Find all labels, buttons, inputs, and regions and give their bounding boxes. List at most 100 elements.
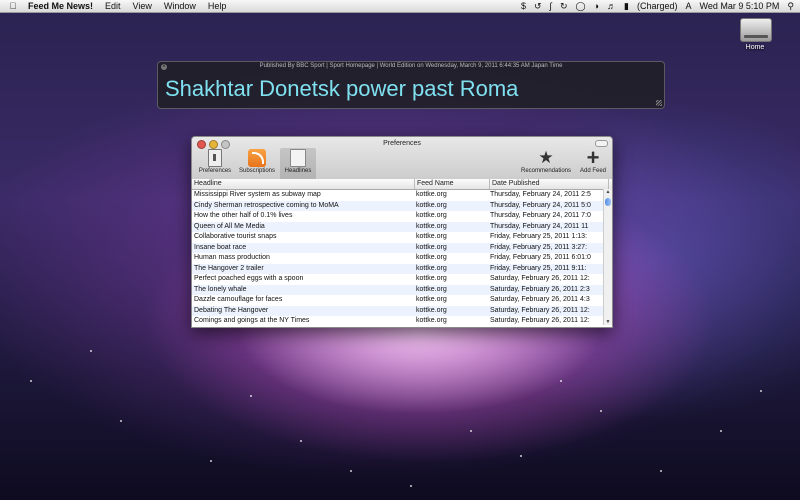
cell-headline: Cindy Sherman retrospective coming to Mo… bbox=[194, 201, 339, 209]
headlines-table: Headline Feed Name Date Published Missis… bbox=[192, 179, 612, 327]
cell-date: Saturday, February 26, 2011 4:3 bbox=[490, 296, 590, 303]
scroll-up-icon[interactable]: ▲ bbox=[605, 189, 611, 195]
column-header-headline[interactable]: Headline bbox=[192, 179, 415, 189]
toolbar-preferences[interactable]: Preferences bbox=[196, 149, 234, 174]
cell-feed-name: kottke.org bbox=[416, 201, 447, 209]
rss-icon bbox=[248, 149, 266, 167]
table-row[interactable]: Dazzle camouflage for faces kottke.org Sat… bbox=[192, 295, 612, 306]
table-row[interactable]: Insane boat race kottke.org Friday, Februa… bbox=[192, 242, 612, 253]
window-titlebar[interactable]: Preferences Preferences Subscriptions He… bbox=[192, 137, 612, 185]
cell-headline: Queen of All Me Media bbox=[194, 222, 265, 230]
app-menu[interactable]: Feed Me News! bbox=[28, 1, 93, 11]
hard-drive-label[interactable]: Home bbox=[738, 44, 772, 51]
cell-headline: The lonely whale bbox=[194, 285, 247, 293]
timemachine-icon[interactable]: ↺ bbox=[534, 1, 542, 12]
cell-date: Friday, February 25, 2011 6:01:0 bbox=[490, 254, 591, 261]
cell-feed-name: kottke.org bbox=[416, 275, 447, 282]
spotlight-icon[interactable]: ⚲ bbox=[787, 1, 794, 12]
table-row[interactable]: Human mass production kottke.org Friday, F… bbox=[192, 253, 612, 264]
table-row[interactable]: Comings and goings at the NY Times kottke… bbox=[192, 316, 612, 326]
table-row[interactable]: Mississippi River system as subway map ko… bbox=[192, 190, 612, 201]
column-header-date[interactable]: Date Published bbox=[490, 179, 609, 189]
table-header: Headline Feed Name Date Published bbox=[192, 179, 612, 190]
menu-view[interactable]: View bbox=[133, 1, 152, 11]
headline-panel: × Published By BBC Sport | Sport Homepag… bbox=[157, 61, 665, 109]
table-row[interactable]: Cindy Sherman retrospective coming to Mo… bbox=[192, 200, 612, 211]
table-row[interactable]: The Hangover 2 trailer kottke.org Friday, … bbox=[192, 263, 612, 274]
cell-headline: Mississippi River system as subway map bbox=[194, 191, 321, 198]
cell-feed-name: kottke.org bbox=[416, 243, 447, 251]
table-row[interactable]: Perfect poached eggs with a spoon kottke.… bbox=[192, 274, 612, 285]
cell-headline: The Hangover 2 trailer bbox=[194, 264, 264, 272]
table-row[interactable]: The lonely whale kottke.org Saturday, Febr… bbox=[192, 284, 612, 295]
cell-date: Friday, February 25, 2011 3:27: bbox=[490, 243, 588, 251]
battery-status[interactable]: (Charged) bbox=[637, 1, 678, 11]
light-switch-icon bbox=[208, 149, 222, 167]
toolbar-add-feed[interactable]: + Add Feed bbox=[577, 145, 609, 175]
window-title: Preferences bbox=[383, 140, 421, 147]
toolbar-preferences-label: Preferences bbox=[198, 168, 232, 174]
menu-window[interactable]: Window bbox=[164, 1, 196, 11]
plus-icon: + bbox=[586, 145, 600, 170]
toolbar-recommendations-label: Recommendations bbox=[520, 168, 572, 174]
hard-drive-icon[interactable] bbox=[740, 18, 772, 42]
vertical-scrollbar[interactable]: ▲ ▼ bbox=[603, 189, 612, 325]
cell-headline: How the other half of 0.1% lives bbox=[194, 212, 293, 219]
table-body: Mississippi River system as subway map ko… bbox=[192, 190, 612, 326]
cell-feed-name: kottke.org bbox=[416, 233, 447, 240]
cell-date: Friday, February 25, 2011 1:13: bbox=[490, 233, 588, 240]
cell-date: Thursday, February 24, 2011 11 bbox=[490, 222, 589, 230]
cell-date: Saturday, February 26, 2011 2:3 bbox=[490, 285, 590, 293]
toolbar-recommendations[interactable]: ★ Recommendations bbox=[518, 148, 574, 175]
cell-date: Thursday, February 24, 2011 7:0 bbox=[490, 212, 591, 219]
cell-feed-name: kottke.org bbox=[416, 317, 447, 324]
cell-headline: Perfect poached eggs with a spoon bbox=[194, 275, 304, 282]
menu-help[interactable]: Help bbox=[208, 1, 227, 11]
menu-edit[interactable]: Edit bbox=[105, 1, 121, 11]
cell-feed-name: kottke.org bbox=[416, 306, 447, 314]
cell-feed-name: kottke.org bbox=[416, 285, 447, 293]
toolbar-subscriptions[interactable]: Subscriptions bbox=[236, 149, 278, 174]
cell-feed-name: kottke.org bbox=[416, 254, 447, 261]
cell-date: Friday, February 25, 2011 9:11: bbox=[490, 264, 587, 272]
scroll-thumb[interactable] bbox=[605, 198, 611, 206]
chat-icon[interactable]: ◯ bbox=[576, 1, 586, 12]
script-icon[interactable]: $ bbox=[521, 1, 526, 11]
cell-headline: Dazzle camouflage for faces bbox=[194, 296, 283, 303]
cell-feed-name: kottke.org bbox=[416, 222, 447, 230]
published-info: Published By BBC Sport | Sport Homepage … bbox=[259, 63, 563, 69]
cell-date: Saturday, February 26, 2011 12: bbox=[490, 275, 590, 282]
star-icon: ★ bbox=[538, 148, 554, 167]
headline-text[interactable]: Shakhtar Donetsk power past Roma bbox=[165, 76, 518, 102]
battery-icon[interactable]: ▮ bbox=[624, 1, 629, 12]
scroll-down-icon[interactable]: ▼ bbox=[605, 319, 611, 325]
sync-icon[interactable]: ↻ bbox=[560, 1, 568, 12]
cell-headline: Collaborative tourist snaps bbox=[194, 233, 277, 240]
preferences-window: Preferences Preferences Subscriptions He… bbox=[191, 136, 613, 328]
apple-menu-icon[interactable]:  bbox=[8, 1, 18, 11]
cell-headline: Human mass production bbox=[194, 254, 270, 261]
toolbar-headlines-label: Headlines bbox=[284, 168, 312, 174]
cell-feed-name: kottke.org bbox=[416, 212, 447, 219]
resize-grip[interactable] bbox=[656, 100, 662, 106]
menu-bar:  Feed Me News! Edit View Window Help $ … bbox=[0, 0, 800, 13]
cell-feed-name: kottke.org bbox=[416, 296, 447, 303]
toolbar-subscriptions-label: Subscriptions bbox=[238, 168, 276, 174]
column-header-feed-name[interactable]: Feed Name bbox=[415, 179, 490, 189]
cell-headline: Debating The Hangover bbox=[194, 306, 269, 314]
table-row[interactable]: Debating The Hangover kottke.org Saturday,… bbox=[192, 305, 612, 316]
cell-date: Saturday, February 26, 2011 12: bbox=[490, 306, 590, 314]
cell-feed-name: kottke.org bbox=[416, 191, 447, 198]
input-menu-icon[interactable]: A bbox=[686, 1, 692, 11]
cell-headline: Insane boat race bbox=[194, 243, 247, 251]
table-row[interactable]: Queen of All Me Media kottke.org Thursday,… bbox=[192, 221, 612, 232]
clock[interactable]: Wed Mar 9 5:10 PM bbox=[700, 1, 780, 11]
table-row[interactable]: How the other half of 0.1% lives kottke.o… bbox=[192, 211, 612, 222]
bluetooth-icon[interactable]: ∫ bbox=[550, 1, 552, 11]
volume-icon[interactable]: ♬ bbox=[607, 1, 616, 11]
cell-date: Thursday, February 24, 2011 2:5 bbox=[490, 191, 591, 198]
table-row[interactable]: Collaborative tourist snaps kottke.org Fri… bbox=[192, 232, 612, 243]
cell-date: Saturday, February 26, 2011 12: bbox=[490, 317, 590, 324]
toolbar-headlines[interactable]: Headlines bbox=[280, 148, 316, 180]
wifi-icon[interactable]: ◑ bbox=[594, 1, 599, 11]
